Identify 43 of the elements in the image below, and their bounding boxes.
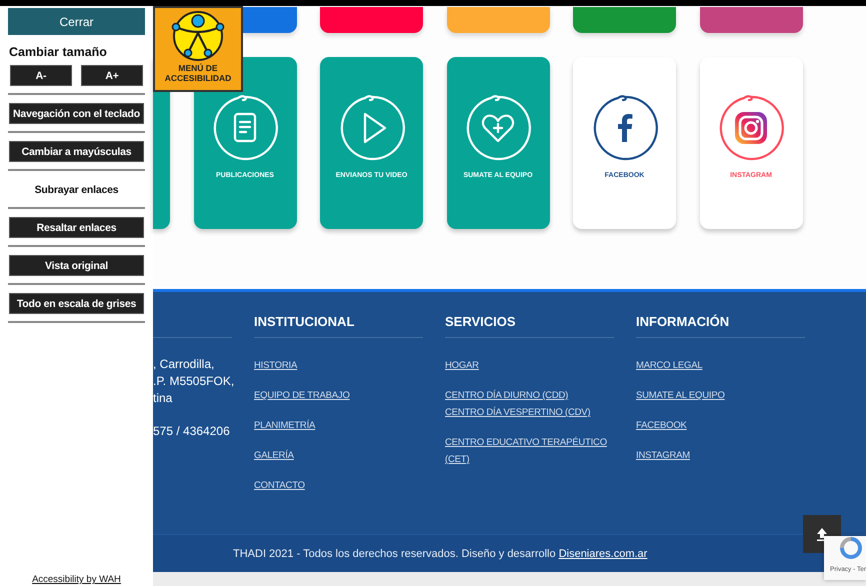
footer-link[interactable]: CENTRO DÍA DIURNO (CDD) — [445, 387, 614, 404]
footer-link[interactable]: EQUIPO DE TRABAJO — [254, 387, 423, 404]
footer-heading: INFORMACIÓN — [636, 314, 805, 338]
credit-link[interactable]: Accessibility by WAH — [8, 574, 145, 585]
accessibility-option-button[interactable]: Todo en escala de grises — [9, 293, 144, 314]
category-tab[interactable] — [700, 7, 802, 33]
footer-link[interactable]: SUMATE AL EQUIPO — [636, 387, 805, 404]
footer-link[interactable]: CENTRO EDUCATIVO TERAPÉUTICO (CET) — [445, 434, 614, 468]
accessibility-menu-button[interactable]: MENÚ DE ACCESIBILIDAD — [153, 6, 243, 92]
category-tab[interactable] — [242, 7, 296, 33]
contact-text: .P. M5505FOK, — [153, 373, 234, 390]
footer-link[interactable]: FACEBOOK — [636, 417, 805, 434]
play-icon — [338, 95, 404, 161]
heart-plus-icon — [465, 95, 531, 161]
font-size-button[interactable]: A- — [10, 65, 72, 86]
category-tab[interactable] — [573, 7, 676, 33]
accessibility-option-button[interactable]: Vista original — [9, 255, 144, 276]
facebook-icon — [592, 95, 658, 161]
accessibility-option-button[interactable]: Resaltar enlaces — [9, 217, 144, 238]
footer-link[interactable]: INSTAGRAM — [636, 447, 805, 464]
size-heading: Cambiar tamaño — [8, 45, 108, 59]
font-size-button[interactable]: A+ — [81, 65, 143, 86]
contact-text: tina — [153, 390, 172, 407]
footer-link[interactable]: HISTORIA — [254, 357, 423, 374]
footer-link[interactable]: PLANIMETRÍA — [254, 417, 423, 434]
instagram-icon — [718, 95, 784, 161]
accessibility-option-button[interactable]: Navegación con el teclado — [9, 103, 144, 124]
category-tab[interactable] — [446, 7, 550, 33]
contact-text: , Carrodilla, — [153, 356, 214, 373]
footer-link[interactable]: GALERÍA — [254, 447, 423, 464]
footer-heading: SERVICIOS — [445, 314, 614, 338]
close-button[interactable]: Cerrar — [8, 8, 145, 35]
footer-link[interactable]: CONTACTO — [254, 477, 423, 494]
document-icon — [212, 95, 278, 161]
category-tab[interactable] — [320, 7, 423, 33]
footer-link[interactable]: CENTRO DÍA VESPERTINO (CDV) — [445, 404, 614, 421]
contact-text: 575 / 4364206 — [153, 423, 230, 440]
designer-link[interactable]: Diseniares.com.ar — [558, 548, 648, 560]
footer-heading: INSTITUCIONAL — [254, 314, 423, 338]
footer-link[interactable]: HOGAR — [445, 357, 614, 374]
footer-link[interactable]: MARCO LEGAL — [636, 357, 805, 374]
accessibility-option-button[interactable]: Cambiar a mayúsculas — [9, 141, 144, 162]
copyright-text: THADI 2021 - Todos los derechos reservados. Diseño y desarrollo Diseniares.com.ar — [233, 548, 648, 560]
